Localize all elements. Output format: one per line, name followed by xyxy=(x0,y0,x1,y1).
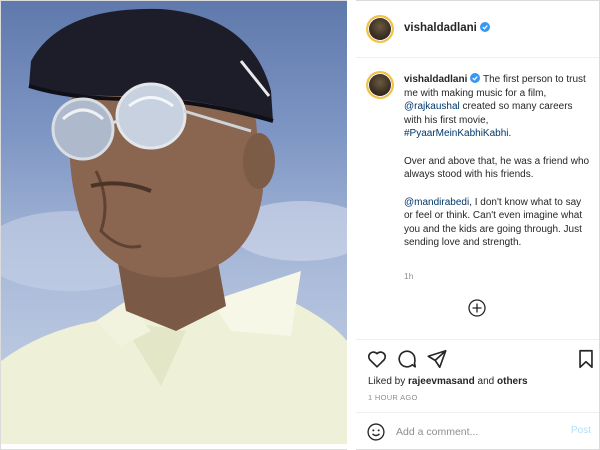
likes-prefix: Liked by xyxy=(368,376,409,387)
comment-icon[interactable] xyxy=(396,348,418,370)
photo-divider xyxy=(347,0,356,450)
liked-by-user[interactable]: rajeevmasand xyxy=(408,376,475,387)
comment-input[interactable] xyxy=(396,424,556,440)
bookmark-icon[interactable] xyxy=(575,348,597,370)
plus-circle-icon[interactable] xyxy=(467,298,487,318)
mention-mandirabedi[interactable]: @mandirabedi xyxy=(404,197,469,208)
post-side-panel: vishaldadlani vishaldadlani The first pe… xyxy=(356,1,599,449)
liked-by-others[interactable]: others xyxy=(497,376,528,387)
verified-badge-icon xyxy=(479,22,490,32)
caption-paragraph-1: vishaldadlani The first person to trust … xyxy=(404,73,592,141)
post-comment-button[interactable]: Post xyxy=(571,425,591,436)
hashtag-link[interactable]: #PyaarMeinKabhiKabhi xyxy=(404,128,509,139)
mention-rajkaushal[interactable]: @rajkaushal xyxy=(404,101,460,112)
caption-time: 1h xyxy=(404,271,414,281)
verified-badge-icon xyxy=(470,73,481,83)
action-bar xyxy=(356,339,599,375)
post-photo-illustration xyxy=(1,8,347,444)
post-photo[interactable] xyxy=(1,1,347,444)
likes-summary: Liked by rajeevmasand and others xyxy=(368,376,528,387)
header-username-text[interactable]: vishaldadlani xyxy=(404,22,477,34)
heart-icon[interactable] xyxy=(366,348,388,370)
caption-paragraph-2: Over and above that, he was a friend who… xyxy=(404,155,590,181)
caption-username[interactable]: vishaldadlani xyxy=(404,74,467,85)
post-caption: vishaldadlani The first person to trust … xyxy=(404,73,592,264)
smiley-icon[interactable] xyxy=(366,422,386,442)
caption-text-1c: . xyxy=(508,128,512,139)
likes-middle: and xyxy=(474,376,497,387)
send-icon[interactable] xyxy=(426,348,448,370)
post-timestamp[interactable]: 1 HOUR AGO xyxy=(368,393,418,402)
comment-bar: Post xyxy=(356,412,599,450)
caption-avatar-icon[interactable] xyxy=(366,71,394,99)
profile-avatar-icon[interactable] xyxy=(366,15,394,43)
post-header: vishaldadlani xyxy=(356,1,599,58)
header-username[interactable]: vishaldadlani xyxy=(404,22,490,34)
caption-paragraph-3: @mandirabedi, I don't know what to say o… xyxy=(404,196,592,250)
